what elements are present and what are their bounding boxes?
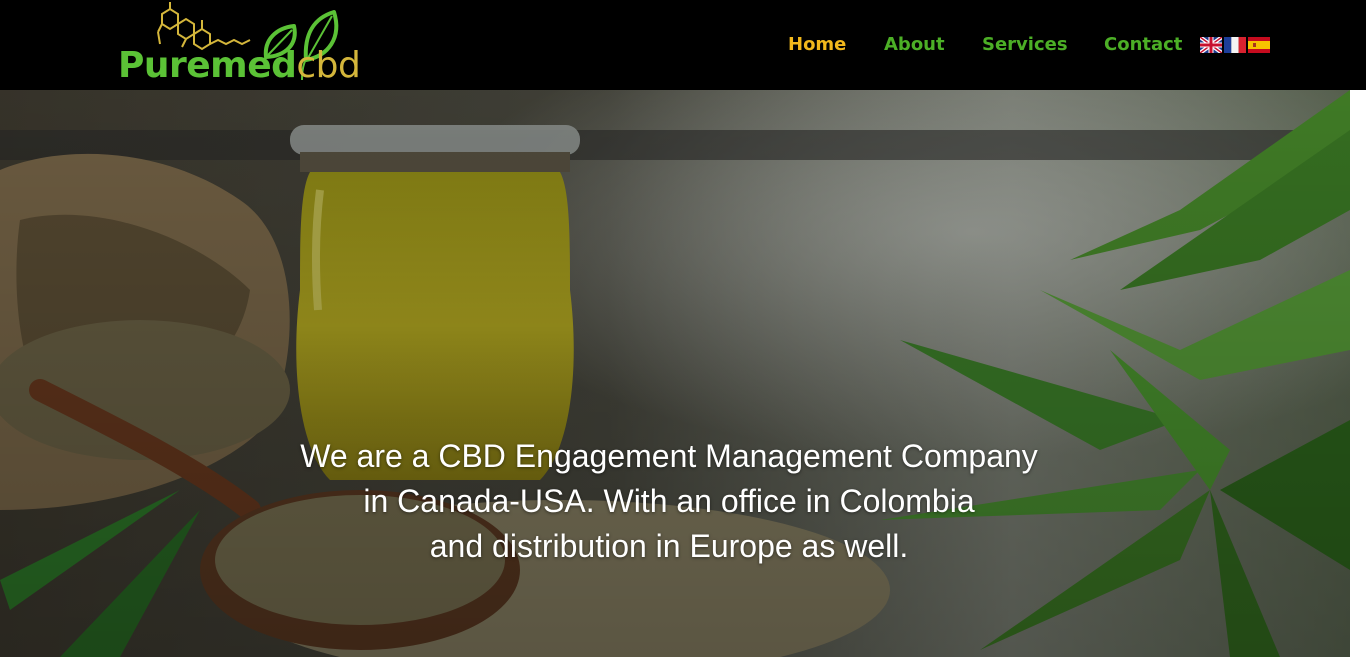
hero-line-2: in Canada-USA. With an office in Colombi… — [363, 483, 975, 519]
hero-tagline: We are a CBD Engagement Management Compa… — [240, 434, 1098, 569]
logo-brand-main: Puremed — [118, 45, 297, 86]
scrollbar-track[interactable] — [1350, 90, 1366, 657]
site-logo[interactable]: Puremedcbd — [116, 0, 381, 90]
site-header: Puremedcbd Home About Services Contact — [0, 0, 1366, 90]
nav-contact[interactable]: Contact — [1104, 33, 1182, 57]
hero-banner: We are a CBD Engagement Management Compa… — [0, 90, 1350, 657]
hero-background-image — [0, 90, 1350, 657]
hero-line-3: and distribution in Europe as well. — [429, 528, 909, 564]
france-flag-icon[interactable] — [1224, 37, 1246, 53]
nav-home[interactable]: Home — [788, 33, 846, 57]
hero-line-1: We are a CBD Engagement Management Compa… — [300, 438, 1038, 474]
nav-services[interactable]: Services — [982, 33, 1068, 57]
logo-brand-suffix: cbd — [296, 45, 361, 86]
logo-wordmark: Puremedcbd — [118, 45, 361, 86]
spain-flag-icon[interactable] — [1248, 37, 1270, 53]
uk-flag-icon[interactable] — [1200, 37, 1222, 53]
nav-about[interactable]: About — [884, 33, 945, 57]
